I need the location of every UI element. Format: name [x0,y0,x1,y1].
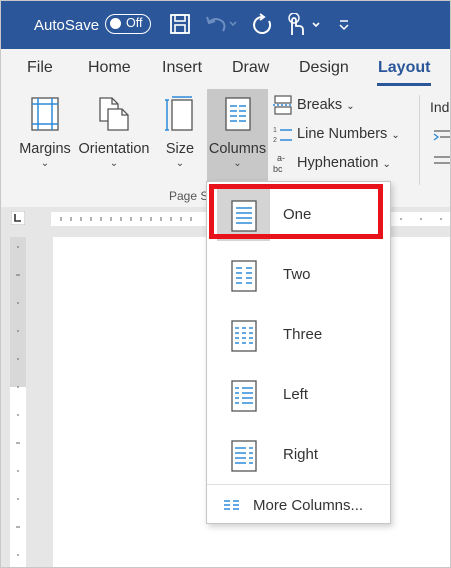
autosave-label: AutoSave [34,17,100,34]
orientation-label: Orientation [78,141,150,157]
size-button[interactable]: Size ⌄ [161,95,199,169]
group-separator [419,95,420,185]
save-icon[interactable] [169,13,191,35]
tab-design[interactable]: Design [299,59,349,77]
tab-file[interactable]: File [27,59,53,77]
title-bar: AutoSave Off [1,1,450,49]
right-column-icon [231,440,257,472]
option-label: Three [283,326,323,343]
three-columns-icon [231,320,257,352]
toggle-state: Off [126,16,143,30]
tab-selector-icon[interactable] [11,211,25,225]
more-columns-icon [224,500,239,510]
option-label: Two [283,266,311,283]
orientation-button[interactable]: Orientation ⌄ [75,95,153,169]
breaks-icon [273,95,293,115]
tab-home[interactable]: Home [88,59,131,77]
customize-quick-access-icon[interactable] [337,17,351,31]
tab-layout[interactable]: Layout [378,59,430,77]
columns-option-two[interactable]: Two [207,245,390,305]
autosave-toggle[interactable]: Off [105,14,151,34]
more-columns-label: More Columns... [253,497,364,514]
size-icon [165,96,193,131]
breaks-label: Breaks [297,96,343,113]
columns-option-left[interactable]: Left [207,365,390,425]
page-setup-group-label: Page S [169,189,209,203]
two-columns-icon [231,260,257,292]
highlight-box [209,184,383,239]
redo-icon[interactable] [250,13,274,37]
word-window: AutoSave Off File Home Insert Draw Desig… [0,0,451,568]
indent-label: Ind [430,99,450,115]
size-label: Size [165,141,195,157]
columns-option-three[interactable]: Three [207,305,390,365]
margins-label: Margins [19,141,71,157]
margins-button[interactable]: Margins ⌄ [16,95,74,169]
chevron-down-icon: ⌄ [391,129,400,141]
hyphenation-label: Hyphenation [297,154,379,171]
breaks-button[interactable]: Breaks ⌄ [273,95,355,115]
columns-option-right[interactable]: Right [207,425,390,485]
svg-text:1: 1 [273,127,277,134]
left-column-icon [231,380,257,412]
toggle-knob [110,18,121,29]
vertical-ruler[interactable] [10,237,26,567]
tab-draw[interactable]: Draw [232,59,269,77]
active-tab-indicator [377,83,431,86]
more-columns-button[interactable]: More Columns... [207,490,390,520]
hyphenation-button[interactable]: a- bc Hyphenation ⌄ [273,152,391,174]
chevron-down-icon: ⌄ [382,158,391,170]
columns-button[interactable]: Columns ⌄ [207,95,268,169]
chevron-down-icon: ⌄ [346,100,355,112]
svg-text:a-: a- [277,153,285,163]
line-numbers-button[interactable]: 1 2 Line Numbers ⌄ [273,124,400,144]
vertical-ruler-ticks [16,246,20,556]
touch-mode-icon[interactable] [284,13,324,37]
svg-text:bc: bc [273,164,283,174]
line-numbers-icon: 1 2 [273,127,292,144]
chevron-down-icon: ⌄ [175,158,185,169]
columns-label: Columns [208,141,267,157]
undo-icon[interactable] [204,13,238,35]
ribbon-tabs: File Home Insert Draw Design Layout [1,49,450,89]
indent-icons [433,130,450,164]
orientation-icon [99,97,129,131]
line-numbers-label: Line Numbers [297,125,388,142]
chevron-down-icon: ⌄ [109,158,119,169]
chevron-down-icon: ⌄ [233,158,242,169]
option-label: Left [283,386,309,403]
menu-divider [207,484,390,485]
option-label: Right [283,446,319,463]
margins-icon [31,97,59,131]
hyphenation-icon: a- bc [273,153,285,174]
columns-icon [224,97,251,131]
svg-text:2: 2 [273,137,277,144]
tab-insert[interactable]: Insert [162,59,202,77]
chevron-down-icon: ⌄ [40,158,50,169]
